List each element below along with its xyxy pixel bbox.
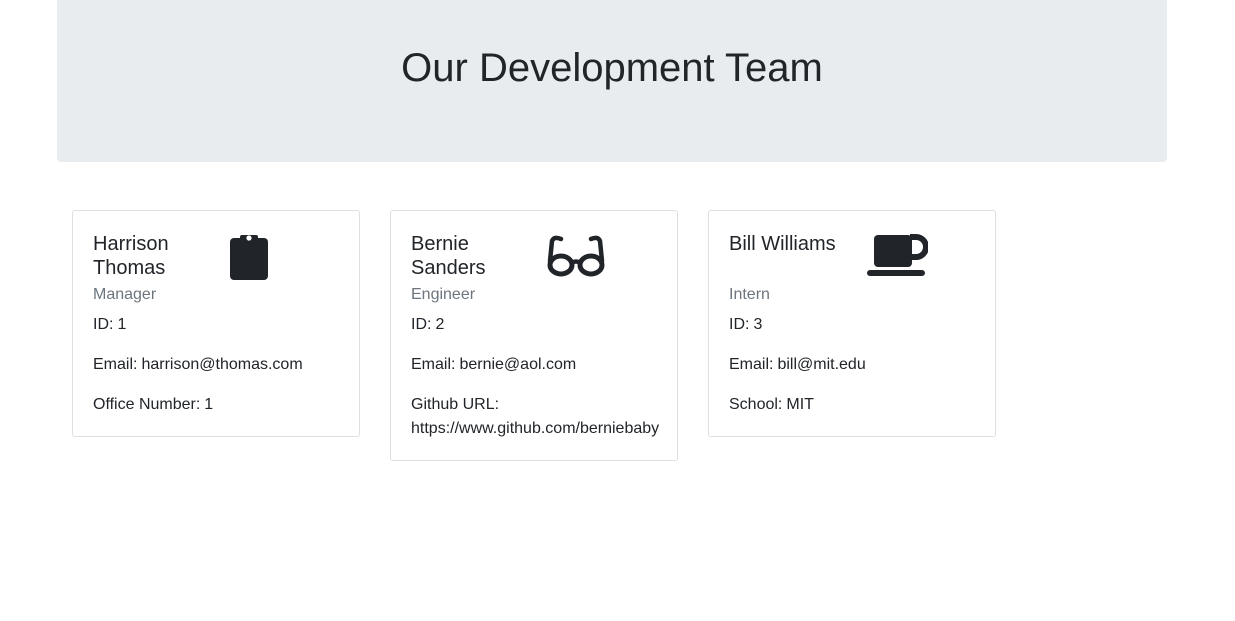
header-jumbotron: Our Development Team [57, 0, 1167, 162]
email-label: Email: [93, 356, 138, 373]
email-value[interactable]: bill@mit.edu [777, 356, 865, 373]
github-url-link[interactable]: https://www.github.com/berniebaby [411, 420, 659, 437]
employee-email: Email: bernie@aol.com [411, 353, 667, 377]
employee-email: Email: harrison@thomas.com [93, 353, 349, 377]
employee-name: Bernie Sanders [411, 233, 486, 279]
email-value[interactable]: harrison@thomas.com [141, 356, 302, 373]
id-value: 3 [753, 316, 763, 333]
clipboard-icon [229, 233, 269, 286]
office-number-label: Office Number: [93, 396, 201, 413]
employee-card-manager: Harrison Thomas Manager ID: 1 Email: harri… [72, 210, 360, 437]
school-label: School: [729, 396, 783, 413]
id-label: ID: [93, 316, 114, 333]
employee-office-number: Office Number: 1 [93, 393, 349, 417]
employee-school: School: MIT [729, 393, 985, 417]
id-label: ID: [729, 316, 750, 333]
employee-id: ID: 2 [411, 313, 667, 337]
email-label: Email: [411, 356, 456, 373]
office-number-value: 1 [204, 396, 214, 413]
page-title: Our Development Team [401, 46, 823, 90]
employee-email: Email: bill@mit.edu [729, 353, 985, 377]
employee-role: Manager [93, 286, 157, 303]
employee-id: ID: 3 [729, 313, 985, 337]
employee-name: Bill Williams [729, 233, 836, 255]
school-value: MIT [786, 396, 814, 413]
coffee-mug-icon [866, 233, 929, 284]
employee-card-intern: Bill Williams Intern ID: 3 Email: bill@mit… [708, 210, 996, 437]
email-label: Email: [729, 356, 774, 373]
employee-role: Engineer [411, 286, 476, 303]
employee-id: ID: 1 [93, 313, 349, 337]
employee-github: Github URL: https://www.github.com/bernie… [411, 393, 667, 441]
id-label: ID: [411, 316, 432, 333]
id-value: 2 [435, 316, 445, 333]
id-value: 1 [117, 316, 127, 333]
employee-role: Intern [729, 286, 770, 303]
github-label: Github URL: [411, 396, 500, 413]
glasses-icon [547, 233, 605, 284]
employee-name: Harrison Thomas [93, 233, 169, 279]
employee-card-engineer: Bernie Sanders Engineer ID: 2 Email: berni… [390, 210, 678, 461]
email-value[interactable]: bernie@aol.com [459, 356, 576, 373]
